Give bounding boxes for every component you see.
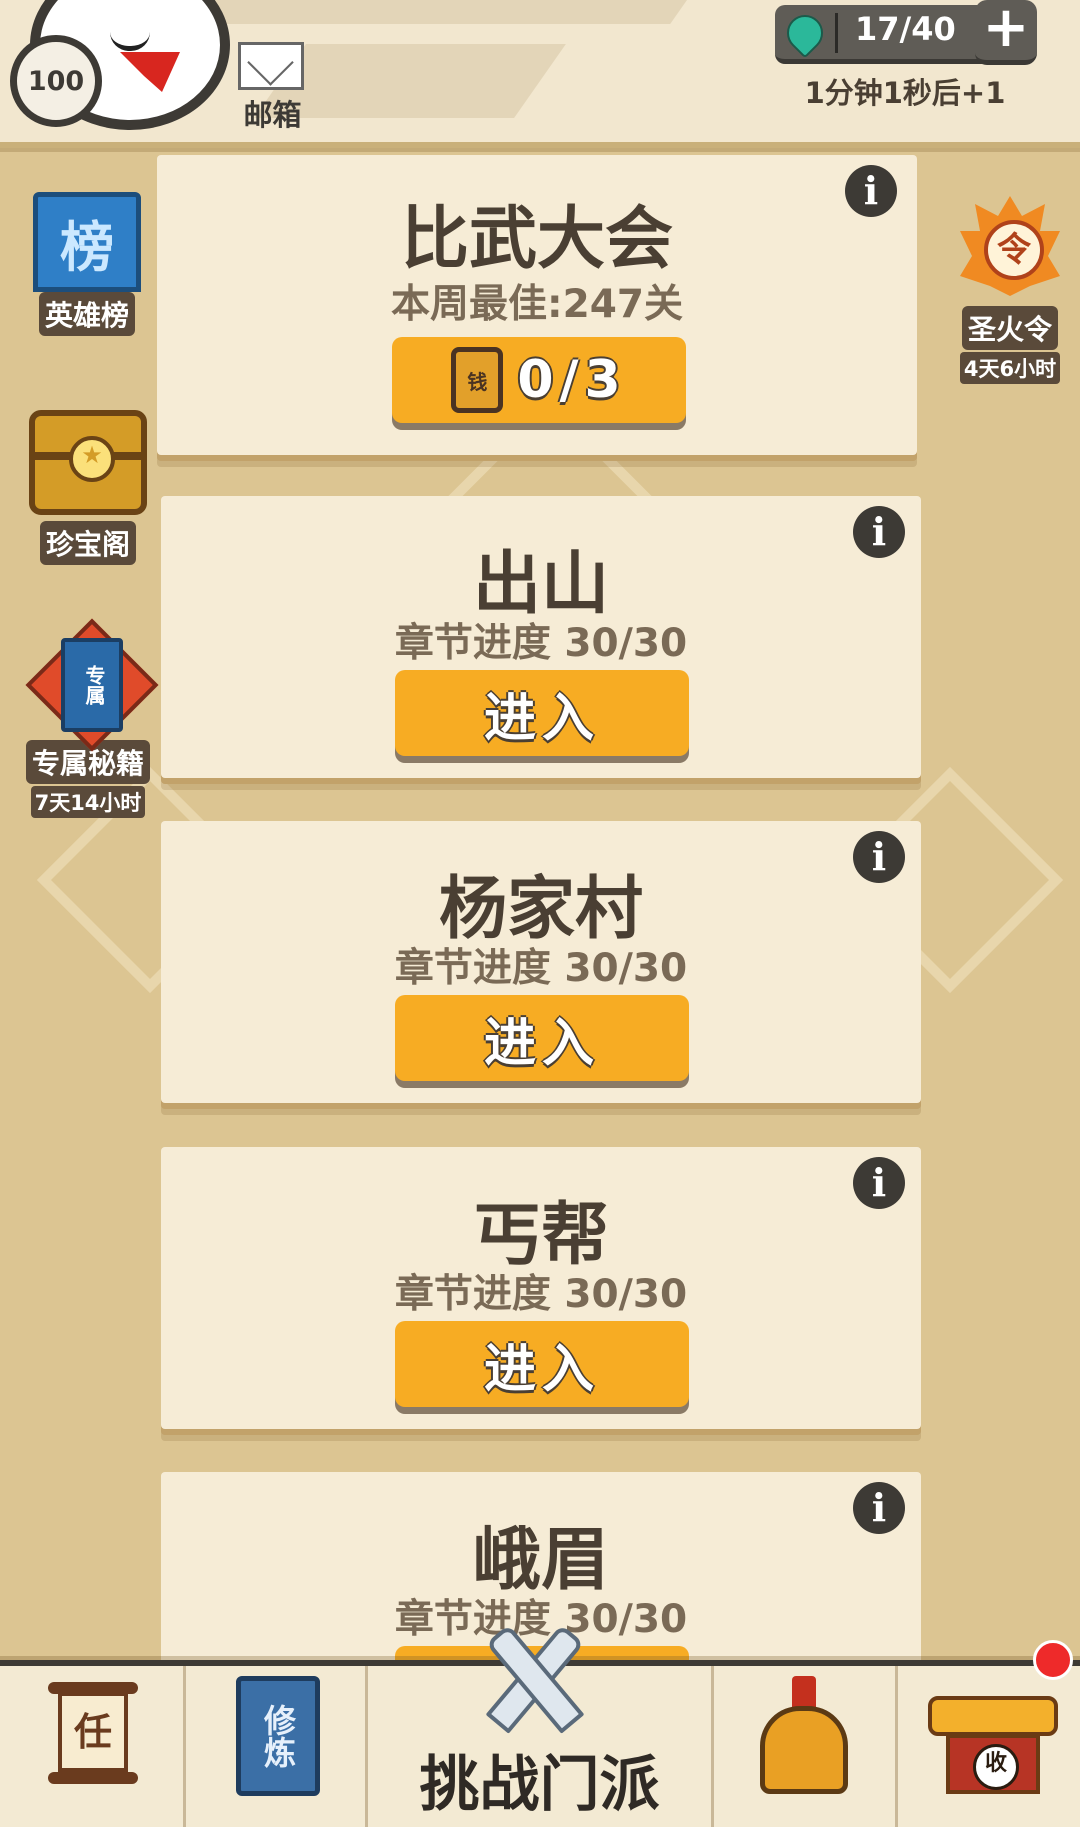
nav-equipment[interactable]: [714, 1666, 898, 1827]
scroll-bottom-bar: [48, 1772, 138, 1784]
task-scroll-icon: 任: [48, 1676, 138, 1796]
avatar-mouth: [110, 32, 150, 51]
enter-button[interactable]: 进入: [395, 1321, 689, 1407]
challenge-sect-label: 挑战门派: [419, 1750, 660, 1820]
treasure-pavilion-label: 珍宝阁: [39, 521, 136, 565]
energy-gem-icon: [779, 7, 831, 59]
sacred-fire-token-icon: 令: [960, 196, 1060, 306]
card-title: 比武大会: [400, 200, 673, 279]
collect-sign: 收: [973, 1744, 1019, 1790]
sacred-fire-token-timer: 4天6小时: [959, 352, 1061, 384]
temple-roof: [928, 1696, 1058, 1736]
card-subtitle: 本周最佳:247关: [390, 282, 683, 327]
collect-temple-icon: 收: [928, 1686, 1058, 1796]
helmet-icon: [754, 1676, 854, 1796]
mailbox-button[interactable]: 邮箱: [230, 40, 315, 132]
card-subtitle: 章节进度 30/30: [394, 621, 688, 666]
hero-ranking-label: 英雄榜: [38, 292, 135, 336]
chapter-card: i 丐帮 章节进度 30/30 进入: [161, 1147, 921, 1429]
mailbox-label: 邮箱: [243, 98, 302, 132]
nav-tasks[interactable]: 任: [0, 1666, 186, 1827]
token-core: 令: [984, 220, 1044, 280]
energy-value: 17/40: [855, 10, 956, 48]
mail-icon: [238, 42, 304, 90]
attempts-count: 0/3: [517, 350, 627, 410]
tournament-card: i 比武大会 本周最佳:247关 钱 0/3: [157, 155, 917, 455]
energy-regen-timer: 1分钟1秒后+1: [804, 76, 1006, 110]
chapter-card: i 出山 章节进度 30/30 进入: [161, 496, 921, 778]
exclusive-manual-button[interactable]: 专属 专属秘籍 7天14小时: [18, 618, 159, 818]
card-subtitle: 章节进度 30/30: [394, 1272, 688, 1317]
card-subtitle: 章节进度 30/30: [394, 946, 688, 991]
nav-collect[interactable]: 收: [898, 1666, 1080, 1827]
nav-cultivation[interactable]: 修炼: [186, 1666, 368, 1827]
treasure-pavilion-button[interactable]: ★ 珍宝阁: [18, 410, 158, 565]
enter-button[interactable]: 进入: [395, 995, 689, 1081]
add-energy-button[interactable]: +: [975, 0, 1037, 65]
helmet-body: [760, 1706, 848, 1794]
hero-ranking-button[interactable]: 榜 英雄榜: [22, 192, 152, 336]
blue-book: 专属: [61, 638, 123, 732]
player-level-badge: 100: [10, 35, 102, 127]
coin-icon: 钱: [451, 347, 504, 413]
energy-divider: [835, 13, 838, 53]
avatar-scarf: [120, 52, 180, 92]
enter-button[interactable]: 进入: [395, 670, 689, 756]
scroll-paper: 任: [58, 1692, 128, 1772]
sacred-fire-token-button[interactable]: 令 圣火令 4天6小时: [942, 196, 1078, 384]
notification-dot: [1033, 1640, 1073, 1680]
exclusive-book-icon: 专属: [23, 618, 159, 752]
tournament-attempts-button[interactable]: 钱 0/3: [392, 337, 686, 423]
star-lock-icon: ★: [69, 436, 115, 482]
hero-ranking-banner-icon: 榜: [33, 192, 141, 292]
exclusive-manual-timer: 7天14小时: [30, 786, 146, 818]
top-bar: 100 邮箱 17/40 + 1分钟1秒后+1: [0, 0, 1080, 148]
sacred-fire-token-label: 圣火令: [961, 306, 1058, 350]
treasure-chest-icon: ★: [29, 410, 147, 515]
crossed-swords-icon: [470, 1620, 590, 1734]
chapter-card: i 杨家村 章节进度 30/30 进入: [161, 821, 921, 1103]
cultivation-book-icon: 修炼: [236, 1676, 320, 1796]
name-stripe: [190, 0, 690, 24]
